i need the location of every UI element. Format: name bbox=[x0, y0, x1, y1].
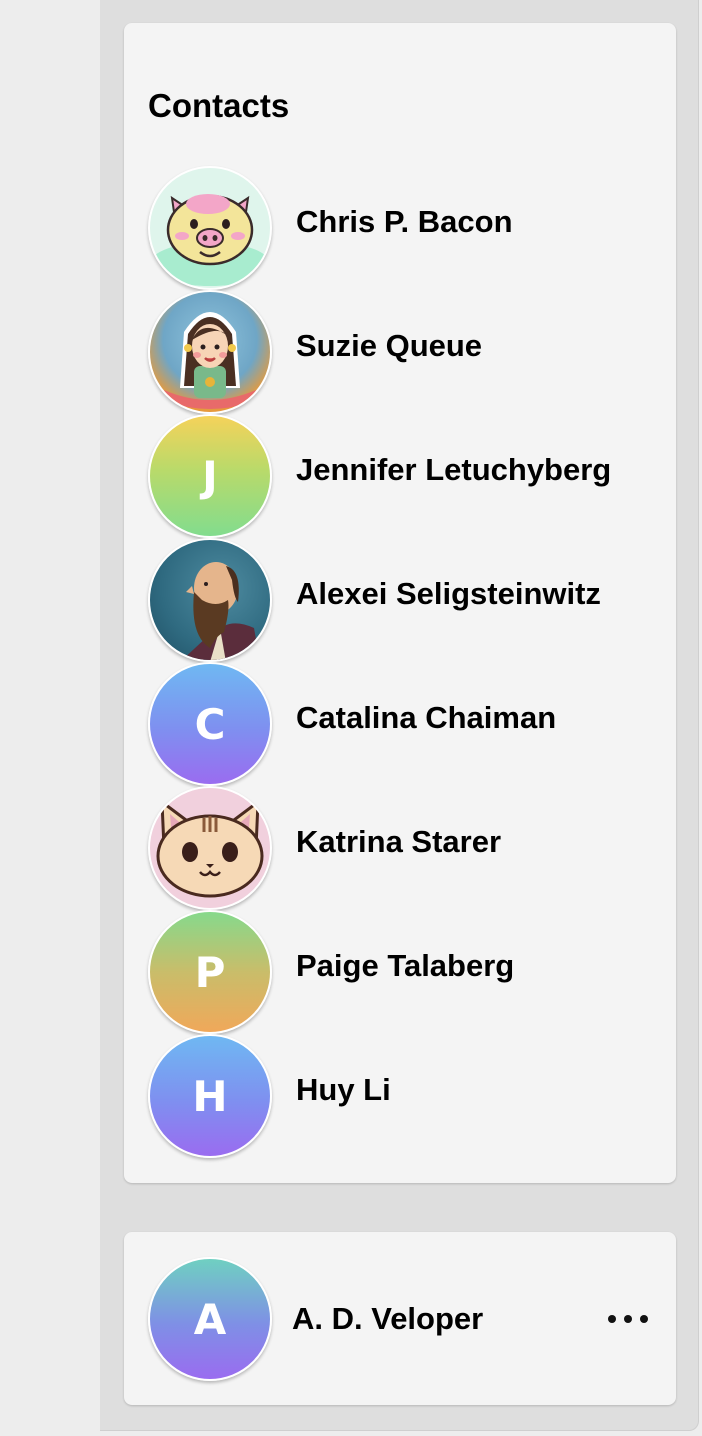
contact-name: Jennifer Letuchyberg bbox=[296, 452, 612, 487]
avatar-letter: C bbox=[194, 699, 226, 749]
pig-icon bbox=[148, 166, 272, 290]
contact-name: Chris P. Bacon bbox=[296, 204, 513, 239]
contact-avatar: J bbox=[148, 414, 272, 538]
cat-icon bbox=[148, 786, 272, 910]
girl-icon bbox=[148, 290, 272, 414]
contact-name: Suzie Queue bbox=[296, 328, 483, 363]
current-user-name: A. D. Veloper bbox=[292, 1301, 484, 1336]
main-content-area bbox=[0, 0, 100, 1436]
contact-item-catalina-chaiman[interactable]: C Catalina Chaiman bbox=[148, 662, 668, 786]
contact-avatar: P bbox=[148, 910, 272, 1034]
avatar-letter: P bbox=[194, 947, 226, 997]
contact-name: Alexei Seligsteinwitz bbox=[296, 576, 601, 611]
contact-item-alexei-seligsteinwitz[interactable]: Alexei Seligsteinwitz bbox=[148, 538, 668, 662]
contact-name: Catalina Chaiman bbox=[296, 700, 557, 735]
more-options-icon bbox=[608, 1315, 648, 1323]
contact-item-chris-p-bacon[interactable]: Chris P. Bacon bbox=[148, 166, 668, 290]
bearded-man-icon bbox=[148, 538, 272, 662]
contact-name: Huy Li bbox=[296, 1072, 391, 1107]
contact-item-katrina-starer[interactable]: Katrina Starer bbox=[148, 786, 668, 910]
contact-item-suzie-queue[interactable]: Suzie Queue bbox=[148, 290, 668, 414]
contact-item-paige-talaberg[interactable]: P Paige Talaberg bbox=[148, 910, 668, 1034]
contact-avatar: H bbox=[148, 1034, 272, 1158]
avatar-letter: H bbox=[192, 1071, 228, 1121]
avatar-letter: J bbox=[202, 451, 218, 501]
contact-item-jennifer-letuchyberg[interactable]: J Jennifer Letuchyberg bbox=[148, 414, 668, 538]
avatar-letter: A bbox=[193, 1294, 227, 1344]
contact-name: Katrina Starer bbox=[296, 824, 502, 859]
more-options-button[interactable] bbox=[600, 1300, 656, 1338]
contact-name: Paige Talaberg bbox=[296, 948, 515, 983]
contacts-title: Contacts bbox=[148, 87, 290, 124]
current-user-avatar[interactable]: A bbox=[148, 1257, 272, 1381]
contact-avatar: C bbox=[148, 662, 272, 786]
contact-item-huy-li[interactable]: H Huy Li bbox=[148, 1034, 668, 1158]
